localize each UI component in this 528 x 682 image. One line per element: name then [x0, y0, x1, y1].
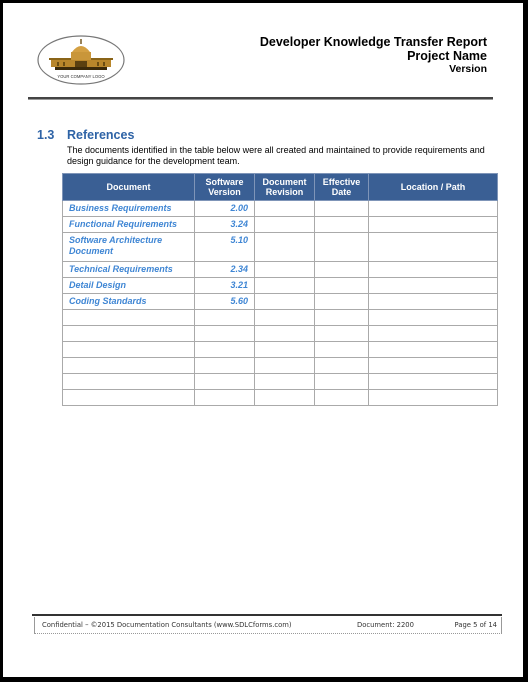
table-row: Functional Requirements 3.24	[62, 216, 498, 233]
table-row	[62, 341, 498, 358]
table-body: Business Requirements 2.00 Functional Requ…	[62, 200, 498, 406]
cell-software-version	[194, 373, 255, 390]
cell-document-revision	[254, 373, 315, 390]
cell-software-version: 3.24	[194, 216, 255, 233]
section-number: 1.3	[37, 128, 55, 142]
cell-document-revision	[254, 200, 315, 217]
cell-effective-date	[314, 325, 369, 342]
table-row	[62, 373, 498, 390]
cell-effective-date	[314, 200, 369, 217]
report-header: Developer Knowledge Transfer Report Proj…	[260, 35, 487, 76]
section-description: The documents identified in the table be…	[67, 145, 485, 166]
cell-location-path	[368, 261, 498, 278]
table-row: Software Architecture Document 5.10	[62, 232, 498, 262]
cell-document: Coding Standards	[62, 293, 195, 310]
cell-effective-date	[314, 216, 369, 233]
cell-location-path	[368, 293, 498, 310]
table-row	[62, 389, 498, 406]
cell-document-revision	[254, 261, 315, 278]
cell-document: Software Architecture Document	[62, 232, 195, 262]
cell-document	[62, 357, 195, 374]
column-header-document-revision: Document Revision	[254, 173, 315, 201]
cell-software-version: 5.10	[194, 232, 255, 262]
cell-document-revision	[254, 216, 315, 233]
column-header-effective-date: Effective Date	[314, 173, 369, 201]
column-header-software-version: Software Version	[194, 173, 255, 201]
cell-document: Business Requirements	[62, 200, 195, 217]
table-row: Technical Requirements 2.34	[62, 261, 498, 278]
cell-location-path	[368, 373, 498, 390]
cell-location-path	[368, 357, 498, 374]
cell-document: Detail Design	[62, 277, 195, 294]
references-table: Document Software Version Document Revisio…	[62, 173, 498, 406]
header-divider	[28, 97, 493, 100]
cell-document: Technical Requirements	[62, 261, 195, 278]
cell-software-version: 2.00	[194, 200, 255, 217]
table-row	[62, 309, 498, 326]
cell-location-path	[368, 277, 498, 294]
footer-page-number: Page 5 of 14	[454, 621, 497, 629]
cell-document	[62, 389, 195, 406]
cell-software-version	[194, 309, 255, 326]
cell-location-path	[368, 389, 498, 406]
logo-text: YOUR COMPANY LOGO	[57, 74, 105, 79]
cell-location-path	[368, 325, 498, 342]
cell-document	[62, 341, 195, 358]
section-title: References	[67, 128, 135, 142]
cell-document-revision	[254, 325, 315, 342]
cell-document-revision	[254, 293, 315, 310]
cell-software-version: 2.34	[194, 261, 255, 278]
cell-software-version: 5.60	[194, 293, 255, 310]
cell-location-path	[368, 341, 498, 358]
cell-document	[62, 373, 195, 390]
page-footer: Confidential – ©2015 Documentation Consu…	[34, 617, 502, 634]
cell-effective-date	[314, 389, 369, 406]
cell-document-revision	[254, 232, 315, 262]
table-row: Business Requirements 2.00	[62, 200, 498, 217]
cell-effective-date	[314, 277, 369, 294]
cell-software-version	[194, 341, 255, 358]
cell-document: Functional Requirements	[62, 216, 195, 233]
table-header-row: Document Software Version Document Revisio…	[62, 173, 498, 201]
version-label: Version	[449, 63, 487, 75]
table-row: Detail Design 3.21	[62, 277, 498, 294]
cell-document-revision	[254, 341, 315, 358]
column-header-location-path: Location / Path	[368, 173, 498, 201]
project-name: Project Name	[407, 49, 487, 63]
cell-software-version	[194, 325, 255, 342]
cell-document-revision	[254, 309, 315, 326]
table-row	[62, 357, 498, 374]
document-page: YOUR COMPANY LOGO Developer Knowledge Tr…	[3, 3, 523, 677]
cell-document-revision	[254, 277, 315, 294]
cell-software-version: 3.21	[194, 277, 255, 294]
cell-effective-date	[314, 341, 369, 358]
cell-document	[62, 325, 195, 342]
cell-location-path	[368, 216, 498, 233]
section-heading: 1.3 References	[37, 128, 134, 142]
company-logo: YOUR COMPANY LOGO	[37, 35, 125, 85]
cell-document	[62, 309, 195, 326]
cell-document-revision	[254, 357, 315, 374]
footer-confidential: Confidential – ©2015 Documentation Consu…	[42, 621, 292, 629]
cell-effective-date	[314, 261, 369, 278]
cell-location-path	[368, 200, 498, 217]
cell-location-path	[368, 232, 498, 262]
cell-effective-date	[314, 357, 369, 374]
cell-location-path	[368, 309, 498, 326]
cell-document-revision	[254, 389, 315, 406]
cell-software-version	[194, 389, 255, 406]
footer-divider	[32, 614, 502, 616]
table-row: Coding Standards 5.60	[62, 293, 498, 310]
footer-document-number: Document: 2200	[357, 621, 414, 629]
cell-effective-date	[314, 293, 369, 310]
cell-software-version	[194, 357, 255, 374]
cell-effective-date	[314, 309, 369, 326]
report-title: Developer Knowledge Transfer Report	[259, 35, 487, 49]
column-header-document: Document	[62, 173, 195, 201]
table-row	[62, 325, 498, 342]
cell-effective-date	[314, 373, 369, 390]
cell-effective-date	[314, 232, 369, 262]
